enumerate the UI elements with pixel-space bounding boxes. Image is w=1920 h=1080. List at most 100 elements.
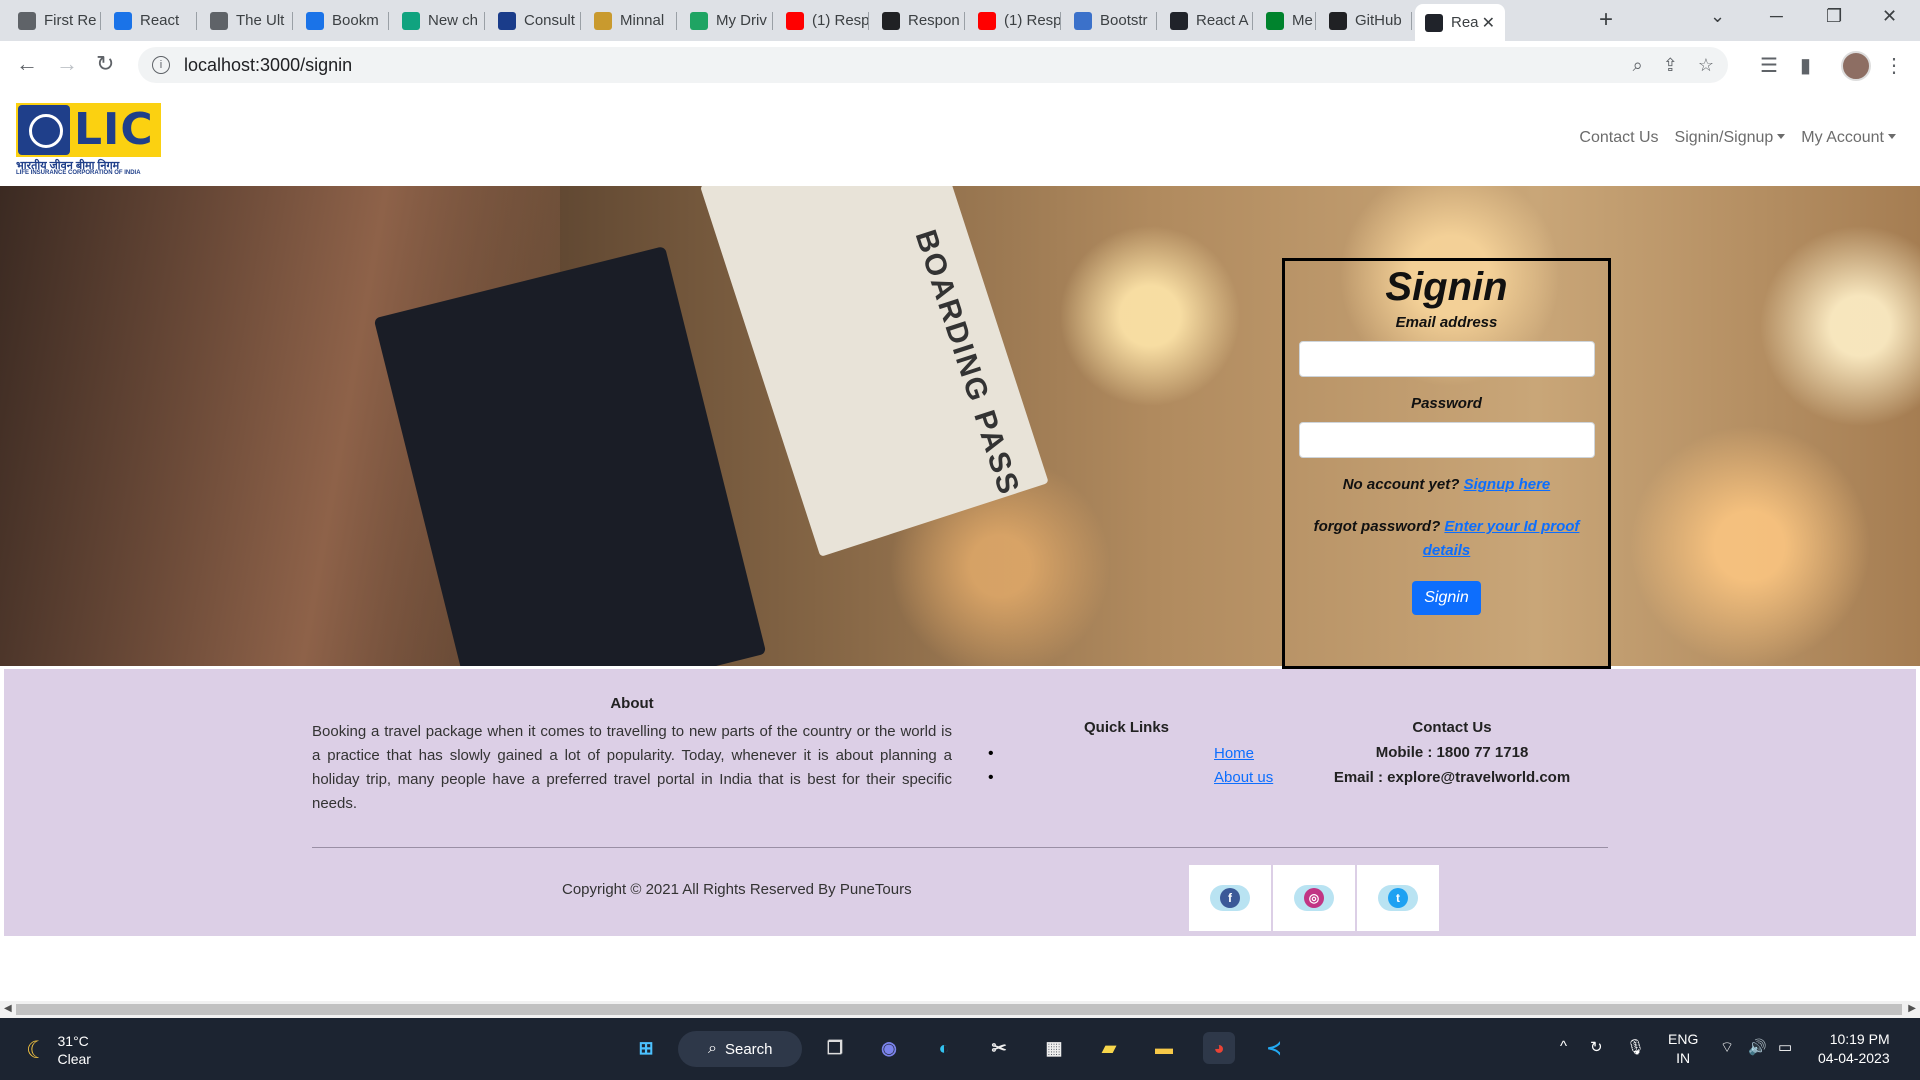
- clock-date: 04-04-2023: [1818, 1050, 1890, 1066]
- wifi-icon[interactable]: ⌔: [1720, 1038, 1734, 1057]
- chrome-menu-icon[interactable]: ⋮: [1884, 53, 1904, 78]
- contact-mobile: Mobile : 1800 77 1718: [1375, 744, 1529, 761]
- password-field[interactable]: [1298, 422, 1595, 458]
- scroll-left-icon[interactable]: ◀: [4, 1003, 12, 1014]
- browser-tab[interactable]: First Re: [8, 6, 101, 35]
- browser-tab[interactable]: Rea ✕: [1415, 4, 1505, 41]
- signin-title: Signin: [1385, 265, 1508, 309]
- signup-link[interactable]: Signup here: [1464, 476, 1551, 493]
- browser-tab[interactable]: Consult: [488, 6, 581, 35]
- browser-tab[interactable]: React: [104, 6, 197, 35]
- browser-tab[interactable]: Bootstr: [1064, 6, 1157, 35]
- battery-icon[interactable]: ▭: [1778, 1038, 1792, 1056]
- restore-button[interactable]: ❐: [1826, 6, 1842, 27]
- signin-button[interactable]: Signin: [1412, 581, 1481, 615]
- browser-tab[interactable]: (1) Resp: [776, 6, 869, 35]
- instagram-link[interactable]: ◎: [1273, 865, 1355, 931]
- taskbar-search[interactable]: ⌕ Search: [678, 1031, 802, 1067]
- snipping-tool-icon[interactable]: ✂: [983, 1032, 1015, 1064]
- browser-tab[interactable]: Respon: [872, 6, 965, 35]
- microphone-icon[interactable]: 🎙: [1626, 1038, 1645, 1056]
- tab-label: The Ult: [236, 12, 285, 29]
- nav-signin-signup-dropdown[interactable]: Signin/Signup: [1675, 129, 1786, 147]
- microsoft-store-icon[interactable]: ▦: [1038, 1032, 1070, 1064]
- tab-separator: [868, 12, 869, 30]
- id-proof-link[interactable]: Enter your Id proof details: [1423, 518, 1580, 559]
- horizontal-scrollbar[interactable]: ◀ ▶: [0, 1001, 1920, 1018]
- tab-label: Respon: [908, 12, 960, 29]
- list-item: About us: [988, 766, 1273, 790]
- no-account-text: No account yet?: [1342, 476, 1460, 493]
- scroll-right-icon[interactable]: ▶: [1908, 1003, 1916, 1014]
- lic-logo[interactable]: LIC भारतीय जीवन बीमा निगम LIFE INSURANCE…: [16, 103, 161, 176]
- quick-links-title: Quick Links: [1084, 719, 1170, 736]
- browser-tab[interactable]: Me: [1256, 6, 1316, 35]
- nav-contact-us[interactable]: Contact Us: [1579, 129, 1658, 147]
- bookmark-star-icon[interactable]: ☆: [1698, 55, 1714, 76]
- email-field[interactable]: [1298, 341, 1595, 377]
- task-view-icon[interactable]: ❐: [819, 1032, 851, 1064]
- browser-tab[interactable]: Bookm: [296, 6, 389, 35]
- quick-link-home[interactable]: Home: [1214, 745, 1254, 762]
- nav-my-account-dropdown[interactable]: My Account: [1801, 129, 1896, 147]
- tab-search-icon[interactable]: ⌄: [1710, 6, 1725, 27]
- back-icon[interactable]: ←: [16, 51, 38, 77]
- edge-icon[interactable]: ◐: [928, 1032, 960, 1064]
- new-tab-button[interactable]: +: [1599, 6, 1613, 34]
- close-window-button[interactable]: ✕: [1882, 6, 1897, 27]
- scrollbar-thumb[interactable]: [16, 1004, 1902, 1015]
- vscode-icon[interactable]: ≺: [1258, 1032, 1290, 1064]
- address-url[interactable]: localhost:3000/signin: [184, 55, 352, 76]
- cloud-badge: f: [1210, 885, 1250, 911]
- show-hidden-icons[interactable]: ^: [1560, 1038, 1567, 1055]
- sticky-notes-icon[interactable]: ▰: [1093, 1032, 1125, 1064]
- browser-tab[interactable]: GitHub: [1319, 6, 1412, 35]
- browser-tab[interactable]: My Driv: [680, 6, 773, 35]
- site-info-icon[interactable]: i: [152, 56, 170, 74]
- teams-chat-icon[interactable]: ◉: [873, 1032, 905, 1064]
- tab-separator: [1252, 12, 1253, 30]
- share-icon[interactable]: ⇪: [1663, 55, 1678, 76]
- react-icon: [1170, 11, 1188, 30]
- profile-avatar[interactable]: [1841, 51, 1871, 81]
- minimize-button[interactable]: ─: [1770, 6, 1783, 27]
- react-icon: [114, 11, 132, 30]
- globe-icon: [18, 11, 36, 30]
- sync-icon[interactable]: ↻: [1590, 1038, 1603, 1056]
- browser-tab[interactable]: (1) Resp: [968, 6, 1061, 35]
- zoom-icon[interactable]: ⌕: [1633, 55, 1643, 76]
- tab-separator: [1060, 12, 1061, 30]
- reading-list-icon[interactable]: ☰: [1760, 53, 1778, 78]
- twitter-link[interactable]: t: [1357, 865, 1439, 931]
- system-clock[interactable]: 10:19 PM 04-04-2023: [1818, 1030, 1890, 1068]
- minnal-icon: [594, 11, 612, 30]
- language-indicator[interactable]: ENG IN: [1668, 1030, 1698, 1068]
- browser-tab[interactable]: New ch: [392, 6, 485, 35]
- tab-label: New ch: [428, 12, 479, 29]
- volume-icon[interactable]: 🔊: [1748, 1038, 1767, 1056]
- star-icon: [306, 11, 324, 30]
- quick-link-about-us[interactable]: About us: [1214, 769, 1273, 786]
- browser-tab[interactable]: React A: [1160, 6, 1253, 35]
- youtube-icon: [978, 11, 996, 30]
- tab-separator: [676, 12, 677, 30]
- address-bar[interactable]: i localhost:3000/signin ⌕ ⇪ ☆: [138, 47, 1728, 83]
- footer-divider: [312, 847, 1608, 848]
- weather-condition: Clear: [57, 1051, 91, 1067]
- file-explorer-icon[interactable]: ▬: [1148, 1032, 1180, 1064]
- windows-start-icon[interactable]: ⊞: [630, 1032, 662, 1064]
- reload-icon[interactable]: ↻: [96, 51, 114, 77]
- forward-icon[interactable]: →: [56, 51, 78, 77]
- twitter-icon: t: [1388, 888, 1408, 908]
- cloud-badge: t: [1378, 885, 1418, 911]
- chrome-taskbar-icon[interactable]: ◕: [1203, 1032, 1235, 1064]
- mdb-icon: [1074, 11, 1092, 30]
- weather-widget[interactable]: ☾ 31°C Clear: [26, 1032, 91, 1068]
- about-text: Booking a travel package when it comes t…: [312, 723, 952, 812]
- browser-tab[interactable]: The Ult: [200, 6, 293, 35]
- site-footer: About Booking a travel package when it c…: [4, 669, 1916, 936]
- facebook-link[interactable]: f: [1189, 865, 1271, 931]
- close-tab-icon[interactable]: ✕: [1482, 13, 1495, 33]
- side-panel-icon[interactable]: ▮: [1800, 53, 1811, 78]
- browser-tab[interactable]: Minnal: [584, 6, 677, 35]
